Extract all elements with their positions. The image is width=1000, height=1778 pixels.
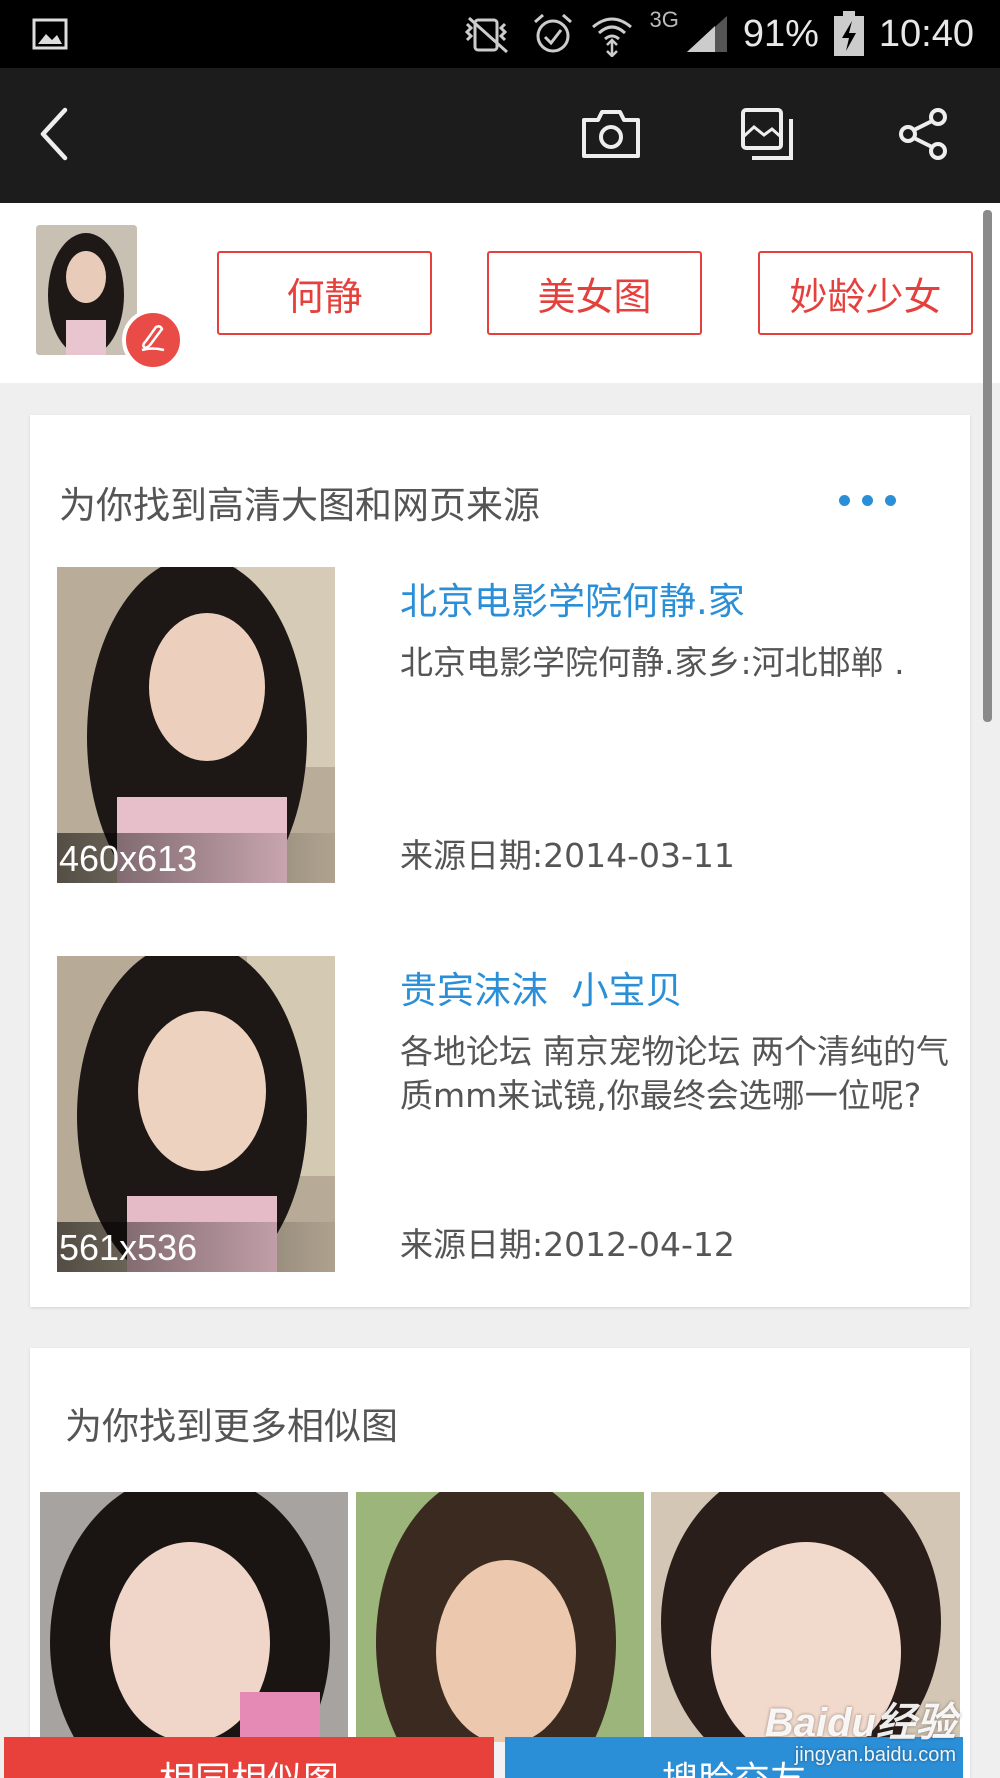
wifi-icon — [589, 11, 635, 57]
image-dimensions: 561x536 — [57, 1222, 335, 1272]
crop-button[interactable] — [712, 68, 822, 203]
alarm-icon — [531, 12, 575, 56]
result-item[interactable]: 561x536 贵宾沫沫 小宝贝 各地论坛 南京宠物论坛 两个清纯的气质mm来试… — [57, 956, 949, 1272]
tag-button[interactable]: 何静 — [217, 251, 432, 335]
same-similar-images-button[interactable]: 相同相似图 — [4, 1737, 494, 1778]
back-button[interactable] — [0, 68, 110, 203]
result-description: 北京电影学院何静.家乡:河北邯郸 . — [400, 643, 905, 682]
baidu-jingyan-watermark: Baidu经验 jingyan.baidu.com — [765, 1690, 956, 1767]
pen-icon — [138, 323, 168, 357]
vibrate-icon — [457, 14, 517, 54]
more-dots-icon — [839, 495, 850, 506]
result-description: 各地论坛 南京宠物论坛 两个清纯的气质mm来试镜,你最终会选哪一位呢? — [400, 1032, 949, 1115]
share-button[interactable] — [868, 68, 978, 203]
edit-button[interactable] — [122, 309, 184, 371]
result-thumbnail[interactable]: 561x536 — [57, 956, 335, 1272]
camera-icon — [580, 108, 642, 164]
sources-card: 为你找到高清大图和网页来源 460x613 北京电影学院何静.家 北京电影学院何… — [30, 415, 970, 1307]
clock: 10:40 — [878, 12, 974, 55]
signal-icon — [685, 14, 729, 54]
image-dimensions: 460x613 — [57, 833, 335, 883]
similar-image[interactable] — [356, 1492, 644, 1778]
scrollbar[interactable] — [983, 210, 992, 722]
network-type: 3G — [649, 7, 679, 32]
status-bar: 3G 91% 10:40 — [0, 0, 1000, 68]
result-title[interactable]: 贵宾沫沫 小宝贝 — [400, 960, 683, 1014]
result-item[interactable]: 460x613 北京电影学院何静.家 北京电影学院何静.家乡:河北邯郸 . 来源… — [57, 567, 937, 883]
crop-icon — [740, 107, 794, 165]
query-header: 何静 美女图 妙龄少女 — [0, 203, 1000, 383]
result-title[interactable]: 北京电影学院何静.家 — [400, 571, 745, 625]
similar-image[interactable] — [40, 1492, 348, 1778]
watermark-brand: Baidu经验 — [764, 1701, 956, 1745]
more-options-button[interactable] — [831, 487, 904, 514]
similar-card-title: 为你找到更多相似图 — [65, 1405, 398, 1448]
result-date: 来源日期:2012-04-12 — [400, 1225, 735, 1264]
battery-percent: 91% — [742, 12, 819, 55]
gallery-icon — [32, 18, 68, 50]
more-dots-icon — [885, 495, 896, 506]
result-date: 来源日期:2014-03-11 — [400, 836, 735, 875]
toolbar — [0, 68, 1000, 203]
battery-charging-icon — [833, 11, 865, 57]
back-icon — [35, 104, 75, 168]
more-dots-icon — [862, 495, 873, 506]
tag-button[interactable]: 美女图 — [487, 251, 702, 335]
result-thumbnail[interactable]: 460x613 — [57, 567, 335, 883]
sources-card-title: 为你找到高清大图和网页来源 — [59, 484, 540, 527]
share-icon — [897, 107, 949, 164]
camera-button[interactable] — [556, 68, 666, 203]
tag-button[interactable]: 妙龄少女 — [758, 251, 973, 335]
